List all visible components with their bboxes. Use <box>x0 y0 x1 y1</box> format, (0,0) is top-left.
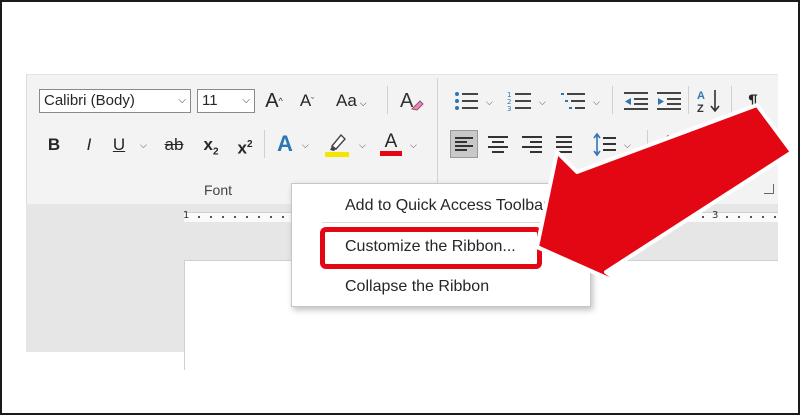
screenshot-frame: Calibri (Body) ⌵ 11 ⌵ A^ Aˇ Aa ⌵ A B I U … <box>0 0 800 415</box>
red-arrow-icon <box>535 103 794 289</box>
